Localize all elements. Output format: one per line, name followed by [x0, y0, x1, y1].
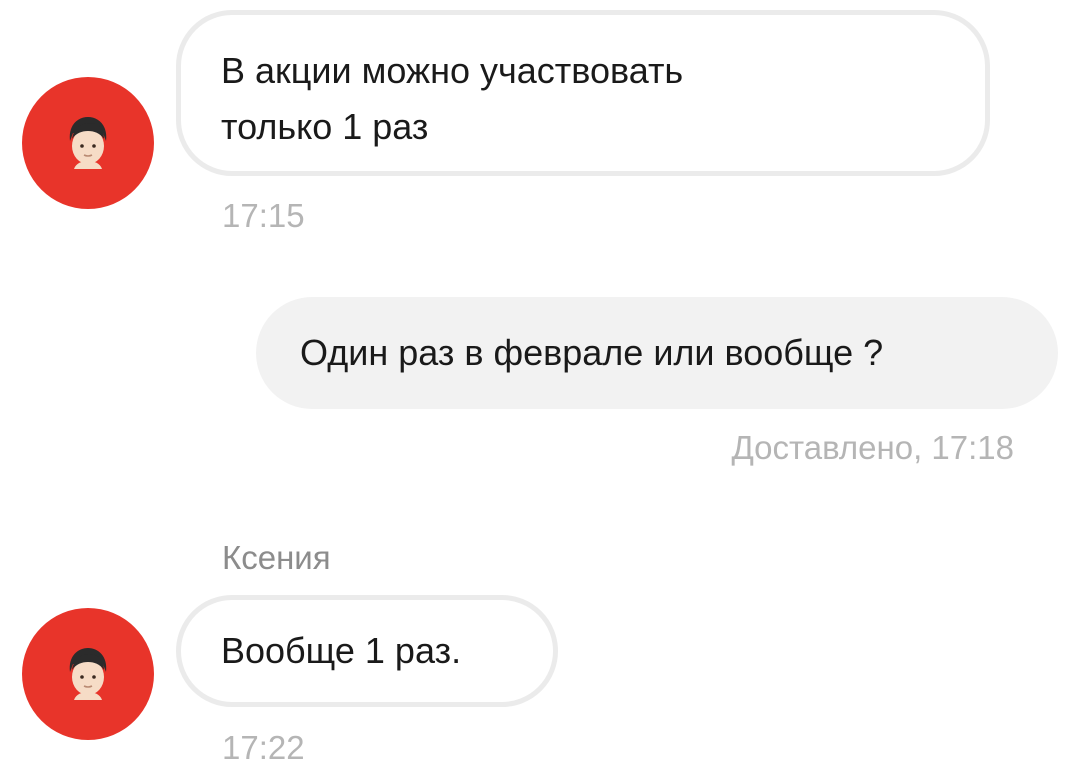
message-bubble-outgoing[interactable]: Один раз в феврале или вообще ? — [256, 297, 1058, 409]
sender-name: Ксения — [222, 539, 331, 576]
person-emoji-icon — [69, 117, 107, 169]
message-bubble-incoming[interactable]: Вообще 1 раз. — [176, 595, 558, 707]
message-text-line: только 1 раз — [221, 106, 429, 147]
message-text: Один раз в феврале или вообще ? — [300, 332, 884, 373]
message-text-line: В акции можно участвовать — [221, 50, 684, 91]
delivery-status: Доставлено, 17:18 — [731, 429, 1014, 466]
message-timestamp: 17:22 — [222, 729, 305, 766]
avatar[interactable] — [22, 77, 154, 209]
message-timestamp: 17:15 — [222, 197, 305, 234]
person-emoji-icon — [69, 648, 107, 700]
chat-thread: В акции можно участвовать только 1 раз 1… — [0, 0, 1080, 771]
avatar[interactable] — [22, 608, 154, 740]
message-bubble-incoming[interactable]: В акции можно участвовать только 1 раз — [176, 10, 990, 176]
message-text: Вообще 1 раз. — [221, 630, 462, 671]
